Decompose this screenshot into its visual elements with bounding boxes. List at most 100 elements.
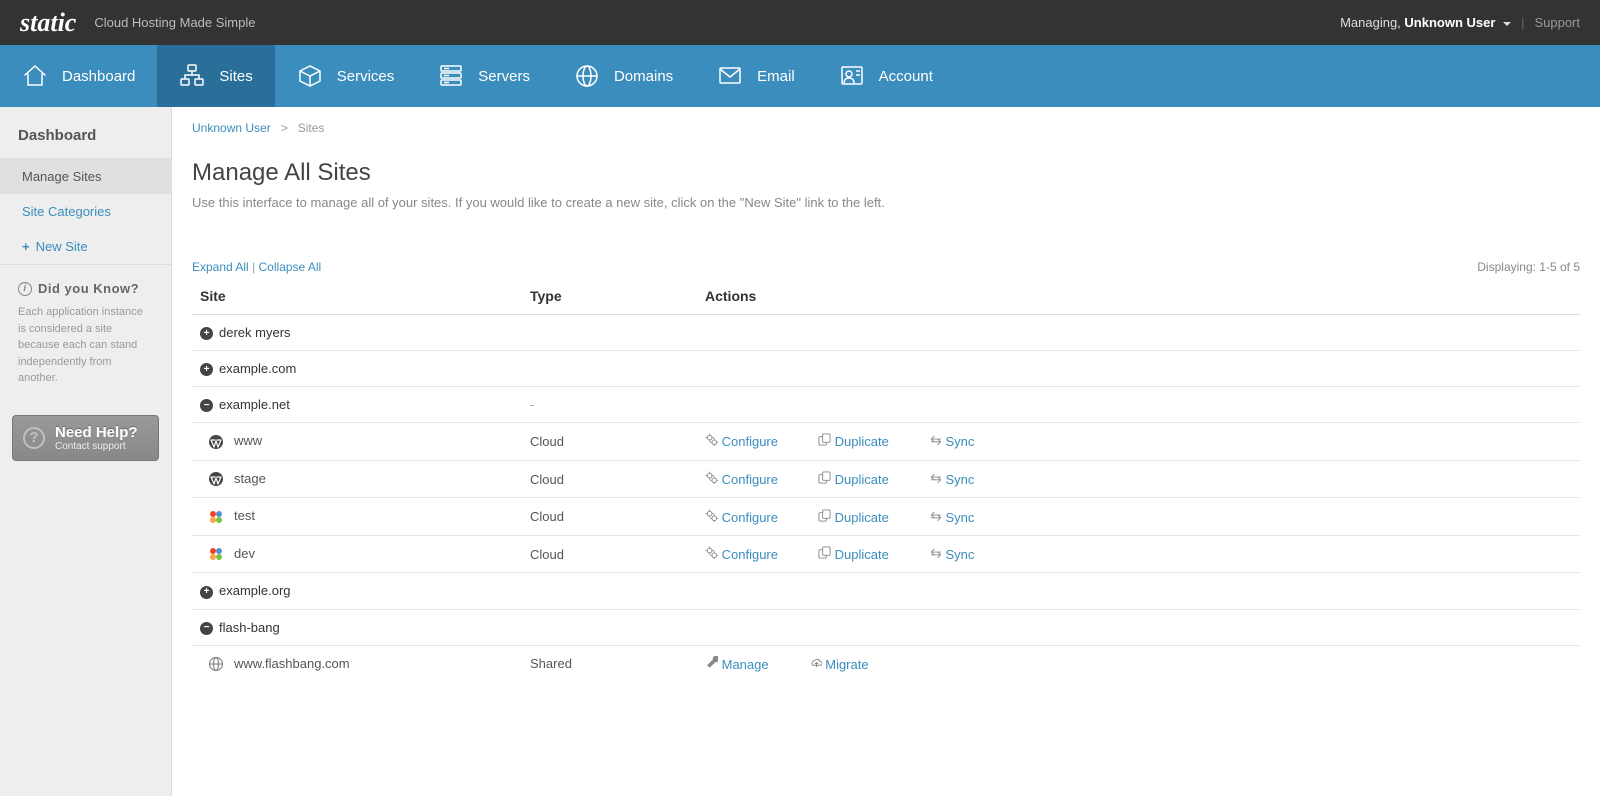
duplicate-link[interactable]: Duplicate bbox=[835, 472, 889, 487]
joomla-icon bbox=[208, 509, 224, 525]
duplicate-link[interactable]: Duplicate bbox=[835, 434, 889, 449]
header-actions: Actions bbox=[697, 278, 1580, 315]
group-name: flash-bang bbox=[219, 620, 280, 635]
did-you-know: i Did you Know? Each application instanc… bbox=[0, 265, 171, 403]
home-icon bbox=[22, 63, 48, 89]
sidebar-manage-sites[interactable]: Manage Sites bbox=[0, 159, 171, 194]
duplicate-icon bbox=[818, 471, 831, 484]
nav-servers[interactable]: Servers bbox=[416, 45, 552, 107]
group-name: example.net bbox=[219, 397, 290, 412]
sync-link[interactable]: Sync bbox=[945, 434, 974, 449]
group-row[interactable]: + derek myers bbox=[192, 315, 1580, 351]
sync-icon bbox=[929, 509, 942, 522]
site-type: Cloud bbox=[522, 535, 697, 573]
joomla-icon bbox=[208, 546, 224, 562]
manage-link[interactable]: Manage bbox=[722, 657, 769, 672]
sync-icon bbox=[929, 433, 942, 446]
cogs-icon bbox=[705, 433, 718, 446]
site-type: Cloud bbox=[522, 460, 697, 498]
logo: static bbox=[20, 8, 76, 38]
plus-icon: + bbox=[22, 239, 30, 254]
collapse-all-link[interactable]: Collapse All bbox=[259, 260, 322, 274]
site-row: dev Cloud Configure Duplicate Sync bbox=[192, 535, 1580, 573]
sidebar-new-site[interactable]: +New Site bbox=[0, 229, 171, 264]
configure-link[interactable]: Configure bbox=[722, 510, 778, 525]
migrate-link[interactable]: Migrate bbox=[825, 657, 868, 672]
breadcrumb-user-link[interactable]: Unknown User bbox=[192, 121, 271, 135]
globe-icon bbox=[208, 656, 224, 672]
group-row[interactable]: −example.net- bbox=[192, 387, 1580, 423]
nav-sites[interactable]: Sites bbox=[157, 45, 274, 107]
collapse-icon[interactable]: − bbox=[200, 622, 213, 635]
managing-user-dropdown[interactable]: Managing, Unknown User bbox=[1340, 15, 1511, 30]
expand-icon[interactable]: + bbox=[200, 586, 213, 599]
expand-icon[interactable]: + bbox=[200, 363, 213, 376]
site-row: testCloud Configure Duplicate Sync bbox=[192, 498, 1580, 536]
site-row: www.flashbang.comShared Manage Migrate bbox=[192, 645, 1580, 682]
globe-icon bbox=[574, 63, 600, 89]
nav-email[interactable]: Email bbox=[695, 45, 817, 107]
servers-icon bbox=[438, 63, 464, 89]
site-row: wwwCloud Configure Duplicate Sync bbox=[192, 423, 1580, 461]
breadcrumb: Unknown User > Sites bbox=[192, 121, 1580, 135]
configure-link[interactable]: Configure bbox=[722, 547, 778, 562]
breadcrumb-current: Sites bbox=[298, 121, 325, 135]
site-name: stage bbox=[234, 471, 266, 486]
site-name: dev bbox=[234, 546, 255, 561]
did-you-know-text: Each application instance is considered … bbox=[18, 304, 153, 387]
cogs-icon bbox=[705, 546, 718, 559]
box-icon bbox=[297, 63, 323, 89]
group-name: example.org bbox=[219, 583, 291, 598]
sync-link[interactable]: Sync bbox=[945, 510, 974, 525]
duplicate-icon bbox=[818, 433, 831, 446]
group-name: example.com bbox=[219, 361, 296, 376]
page-description: Use this interface to manage all of your… bbox=[192, 195, 1580, 210]
main-content: Unknown User > Sites Manage All Sites Us… bbox=[172, 107, 1600, 796]
group-row[interactable]: + example.org bbox=[192, 573, 1580, 609]
info-icon: i bbox=[18, 282, 32, 296]
tagline: Cloud Hosting Made Simple bbox=[94, 15, 255, 30]
help-icon: ? bbox=[23, 427, 45, 449]
group-row[interactable]: −flash-bang bbox=[192, 609, 1580, 645]
cogs-icon bbox=[705, 509, 718, 522]
nav-account[interactable]: Account bbox=[817, 45, 955, 107]
duplicate-icon bbox=[818, 509, 831, 522]
sync-icon bbox=[929, 546, 942, 559]
sites-table: Site Type Actions +derek myers+example.c… bbox=[192, 278, 1580, 682]
sync-link[interactable]: Sync bbox=[945, 547, 974, 562]
support-link[interactable]: Support bbox=[1534, 15, 1580, 30]
main-nav: Dashboard Sites Services Servers Domains… bbox=[0, 45, 1600, 107]
duplicate-icon bbox=[818, 546, 831, 559]
sidebar-site-categories[interactable]: Site Categories bbox=[0, 194, 171, 229]
sidebar-heading: Dashboard bbox=[0, 107, 171, 158]
group-row[interactable]: + example.com bbox=[192, 351, 1580, 387]
configure-link[interactable]: Configure bbox=[722, 434, 778, 449]
account-icon bbox=[839, 63, 865, 89]
sites-icon bbox=[179, 63, 205, 89]
site-row: stage Cloud Configure Duplicate Sync bbox=[192, 460, 1580, 498]
wrench-icon bbox=[705, 656, 718, 669]
wordpress-icon bbox=[208, 434, 224, 450]
nav-domains[interactable]: Domains bbox=[552, 45, 695, 107]
site-type: Cloud bbox=[522, 498, 697, 536]
configure-link[interactable]: Configure bbox=[722, 472, 778, 487]
collapse-icon[interactable]: − bbox=[200, 399, 213, 412]
duplicate-link[interactable]: Duplicate bbox=[835, 510, 889, 525]
expand-icon[interactable]: + bbox=[200, 327, 213, 340]
sync-icon bbox=[929, 471, 942, 484]
site-type: Cloud bbox=[522, 423, 697, 461]
nav-dashboard[interactable]: Dashboard bbox=[0, 45, 157, 107]
sync-link[interactable]: Sync bbox=[945, 472, 974, 487]
nav-services[interactable]: Services bbox=[275, 45, 417, 107]
top-header: static Cloud Hosting Made Simple Managin… bbox=[0, 0, 1600, 45]
group-name: derek myers bbox=[219, 325, 291, 340]
caret-down-icon bbox=[1503, 22, 1511, 26]
need-help-button[interactable]: ? Need Help? Contact support bbox=[12, 415, 159, 461]
site-type: Shared bbox=[522, 645, 697, 682]
duplicate-link[interactable]: Duplicate bbox=[835, 547, 889, 562]
wordpress-icon bbox=[208, 471, 224, 487]
header-site: Site bbox=[192, 278, 522, 315]
sidebar: Dashboard Manage Sites Site Categories +… bbox=[0, 107, 172, 796]
expand-all-link[interactable]: Expand All bbox=[192, 260, 249, 274]
email-icon bbox=[717, 63, 743, 89]
